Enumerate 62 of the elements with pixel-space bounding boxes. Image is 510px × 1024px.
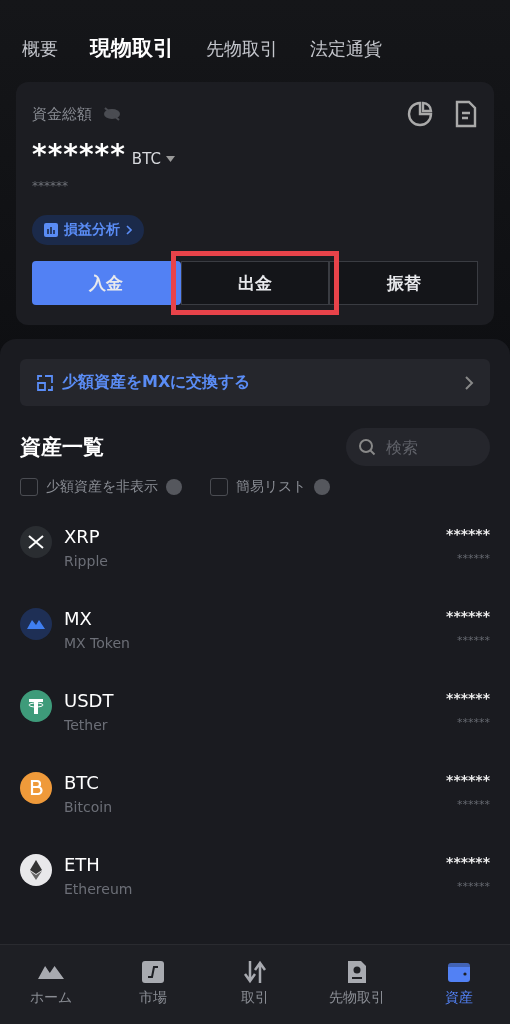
mountain-logo-icon <box>20 608 52 640</box>
balance-sub-amount: ****** <box>32 179 69 193</box>
nav-item[interactable]: 市場 <box>102 959 204 1024</box>
ethereum-logo-icon <box>20 854 52 886</box>
asset-value: ****** <box>457 716 490 729</box>
asset-name: Ethereum <box>64 881 134 897</box>
mountains-icon <box>38 966 64 979</box>
search-field[interactable]: 検索 <box>346 428 490 466</box>
asset-name: Ripple <box>64 553 109 569</box>
action-button[interactable]: 振替 <box>329 261 478 305</box>
asset-symbol: XRP <box>64 526 101 547</box>
asset-symbol: USDT <box>64 690 115 711</box>
asset-value: ****** <box>457 798 490 811</box>
assets-title: 資産一覧 <box>20 434 104 461</box>
pie-chart-icon[interactable] <box>406 100 434 128</box>
eye-off-icon[interactable] <box>102 106 122 122</box>
asset-symbol: BTC <box>64 772 100 793</box>
action-button[interactable]: 入金 <box>32 261 181 305</box>
chart-icon <box>140 959 166 985</box>
bar-chart-icon <box>44 223 58 237</box>
chevron-right-icon <box>464 374 474 391</box>
tab[interactable]: 法定通貨 <box>310 37 382 61</box>
asset-value: ****** <box>457 552 490 565</box>
asset-symbol: ETH <box>64 854 101 875</box>
convert-banner[interactable]: 少額資産をMXに交換する <box>20 359 490 406</box>
chevron-right-icon <box>126 225 132 235</box>
checkbox[interactable] <box>210 478 228 496</box>
pnl-analysis-link[interactable]: 損益分析 <box>32 215 144 245</box>
x-logo-icon <box>20 526 52 558</box>
asset-name: Bitcoin <box>64 799 113 815</box>
balance-label: 資金総額 <box>32 104 92 124</box>
asset-name: Tether <box>64 717 109 733</box>
asset-symbol: MX <box>64 608 93 629</box>
nav-item[interactable]: 取引 <box>204 959 306 1024</box>
checkbox[interactable] <box>20 478 38 496</box>
help-icon[interactable] <box>166 479 182 495</box>
document-icon[interactable] <box>454 100 478 128</box>
tab[interactable]: 先物取引 <box>206 37 278 61</box>
filter-label: 簡易リスト <box>236 478 306 496</box>
asset-amount: ****** <box>446 526 490 542</box>
tab[interactable]: 概要 <box>22 37 58 61</box>
asset-amount: ****** <box>446 608 490 624</box>
convert-icon <box>36 373 54 392</box>
asset-amount: ****** <box>446 690 490 706</box>
asset-amount: ****** <box>446 772 490 788</box>
help-icon[interactable] <box>314 479 330 495</box>
swap-arrows-icon <box>242 959 268 985</box>
bitcoin-logo-icon <box>20 772 52 804</box>
asset-value: ****** <box>457 634 490 647</box>
tab[interactable]: 現物取引 <box>90 34 174 62</box>
nav-item[interactable]: 先物取引 <box>306 959 408 1024</box>
filter-label: 少額資産を非表示 <box>46 478 158 496</box>
search-icon <box>358 438 376 456</box>
currency-selector[interactable]: BTC <box>131 150 161 168</box>
asset-value: ****** <box>457 880 490 893</box>
balance-amount: ****** <box>32 138 126 171</box>
tether-logo-icon <box>20 690 52 722</box>
nav-item[interactable]: 資産 <box>408 959 510 1024</box>
asset-amount: ****** <box>446 854 490 870</box>
asset-name: MX Token <box>64 635 131 651</box>
caret-icon <box>165 156 175 162</box>
nav-item[interactable]: ホーム <box>0 959 102 1024</box>
